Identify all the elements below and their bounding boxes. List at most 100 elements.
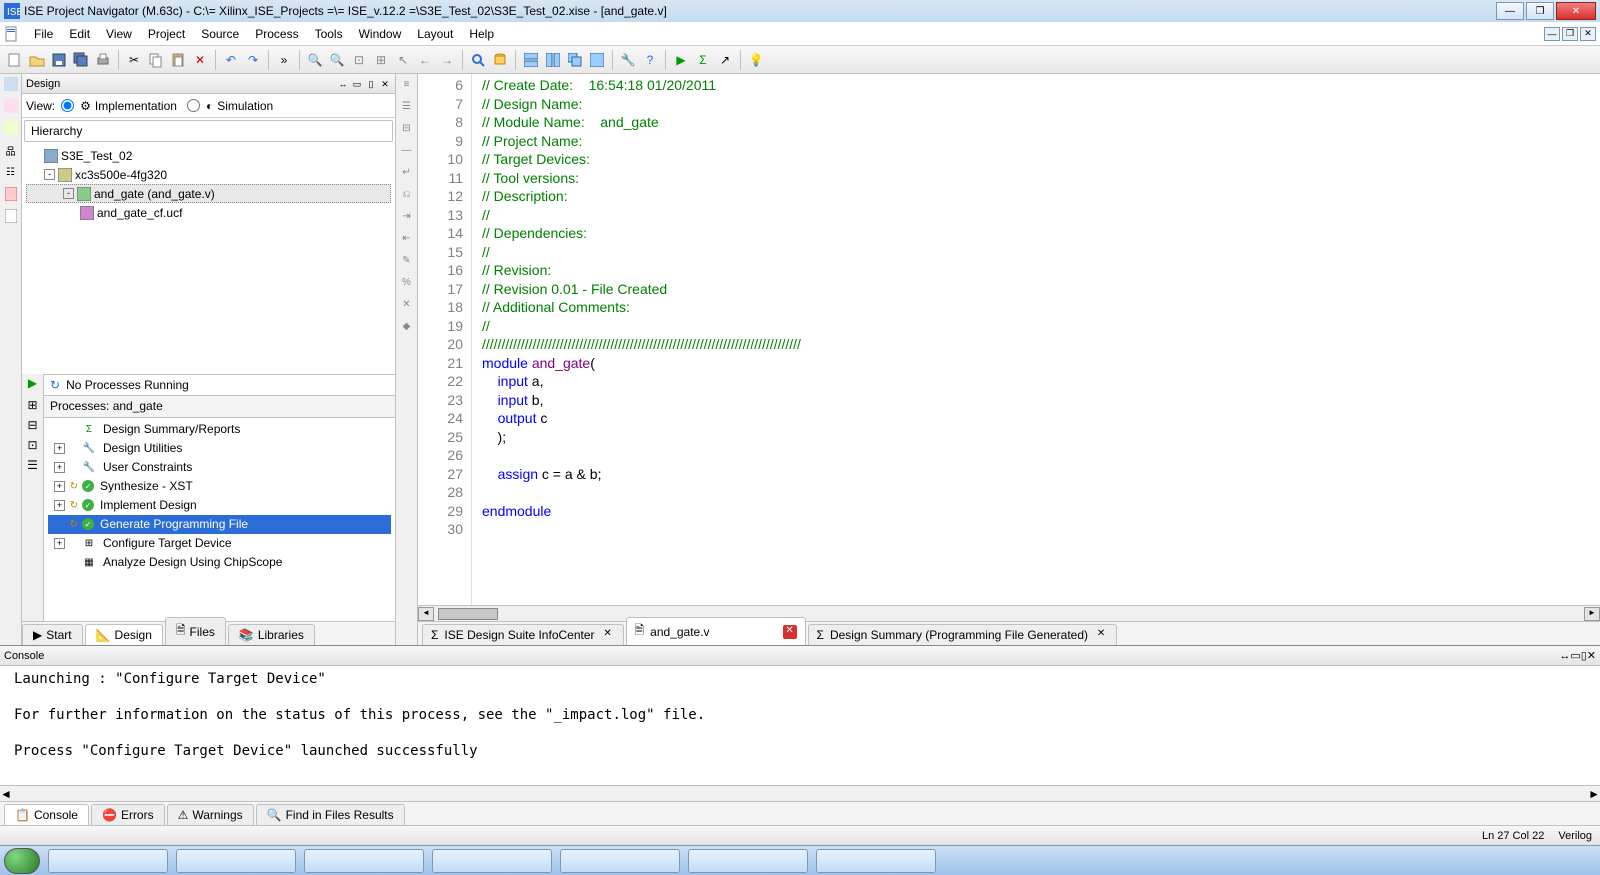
ed-icon-8[interactable]: ⇤	[399, 230, 415, 246]
taskbar-button-7[interactable]	[816, 849, 936, 873]
code-editor[interactable]: 6 7 8 9 10 11 12 13 14 15 16 17 18 19 20…	[418, 74, 1600, 605]
console-tab-console[interactable]: 📋Console	[4, 804, 89, 825]
process-item[interactable]: +⊞Configure Target Device	[48, 534, 391, 553]
zoom-in-button[interactable]: 🔍	[305, 50, 325, 70]
block-icon[interactable]: ☷	[3, 164, 19, 180]
ed-icon-2[interactable]: ☰	[399, 98, 415, 114]
console-close-icon[interactable]: ✕	[1587, 649, 1596, 662]
panel-pin-icon[interactable]: ▯	[365, 78, 377, 90]
panel-float-icon[interactable]: ▭	[351, 78, 363, 90]
run-process-icon[interactable]: ▶	[28, 376, 37, 390]
hierarchy-tree[interactable]: S3E_Test_02-xc3s500e-4fg320-and_gate (an…	[22, 144, 395, 374]
console-float-icon[interactable]: ▭	[1570, 649, 1580, 662]
ed-icon-9[interactable]: ✎	[399, 252, 415, 268]
console-move-icon[interactable]: ↔	[1559, 650, 1570, 662]
process-item[interactable]: ΣDesign Summary/Reports	[48, 420, 391, 439]
design-tab-libraries[interactable]: 📚Libraries	[228, 624, 315, 645]
ed-icon-1[interactable]: ≡	[399, 76, 415, 92]
forward-button[interactable]: →	[437, 50, 457, 70]
zoom-area-button[interactable]: ⊞	[371, 50, 391, 70]
launch-button[interactable]: ↗	[715, 50, 735, 70]
ed-icon-12[interactable]: ◆	[399, 318, 415, 334]
window-single-button[interactable]	[587, 50, 607, 70]
editor-horizontal-scrollbar[interactable]: ◄►	[418, 605, 1600, 621]
process-item[interactable]: +↻✓Synthesize - XST	[48, 477, 391, 496]
ed-icon-6[interactable]: ⎌	[399, 186, 415, 202]
view-simulation-radio[interactable]	[187, 99, 200, 112]
mem-icon[interactable]	[3, 186, 19, 202]
save-button[interactable]	[49, 50, 69, 70]
code-content[interactable]: // Create Date: 16:54:18 01/20/2011 // D…	[472, 74, 1600, 605]
save-all-button[interactable]	[71, 50, 91, 70]
open-button[interactable]	[27, 50, 47, 70]
ed-icon-5[interactable]: ↵	[399, 164, 415, 180]
undo-button[interactable]: ↶	[221, 50, 241, 70]
paste-button[interactable]	[168, 50, 188, 70]
design-tab-design[interactable]: 📐Design	[85, 624, 163, 645]
menu-file[interactable]: File	[26, 25, 61, 43]
menu-layout[interactable]: Layout	[409, 25, 461, 43]
ed-icon-11[interactable]: ✕	[399, 296, 415, 312]
hierarchy-item[interactable]: and_gate_cf.ucf	[26, 203, 391, 222]
proc-icon-4[interactable]: ☰	[27, 458, 38, 472]
menu-process[interactable]: Process	[247, 25, 306, 43]
tab-close-icon[interactable]: ✕	[783, 625, 797, 639]
ip-icon[interactable]	[3, 120, 19, 136]
console-horizontal-scrollbar[interactable]: ◄►	[0, 785, 1600, 801]
tips-button[interactable]: 💡	[746, 50, 766, 70]
taskbar-button-3[interactable]	[304, 849, 424, 873]
delete-button[interactable]: ✕	[190, 50, 210, 70]
menu-source[interactable]: Source	[193, 25, 247, 43]
editor-tab[interactable]: 🗎and_gate.v✕	[626, 617, 806, 645]
print-button[interactable]	[93, 50, 113, 70]
design-tab-start[interactable]: ▶Start	[22, 624, 83, 645]
hierarchy-item[interactable]: -xc3s500e-4fg320	[26, 165, 391, 184]
copy-button[interactable]	[146, 50, 166, 70]
console-tab-errors[interactable]: ⛔Errors	[91, 804, 165, 825]
window-minimize-button[interactable]: —	[1496, 2, 1524, 20]
menu-edit[interactable]: Edit	[61, 25, 98, 43]
window-close-button[interactable]: ✕	[1556, 2, 1596, 20]
design-tab-files[interactable]: 🗎Files	[165, 617, 226, 645]
tab-close-icon[interactable]: ✕	[601, 628, 615, 642]
mdi-restore-button[interactable]: ❐	[1562, 27, 1578, 41]
menu-tools[interactable]: Tools	[307, 25, 351, 43]
pointer-button[interactable]: ↖	[393, 50, 413, 70]
zoom-fit-button[interactable]: ⊡	[349, 50, 369, 70]
more-button[interactable]: »	[274, 50, 294, 70]
hierarchy-item[interactable]: -and_gate (and_gate.v)	[26, 184, 391, 203]
start-orb[interactable]	[4, 848, 40, 874]
process-item[interactable]: +🔧Design Utilities	[48, 439, 391, 458]
window-maximize-button[interactable]: ❐	[1526, 2, 1554, 20]
run-all-button[interactable]: Σ	[693, 50, 713, 70]
console-tab-find-in-files-results[interactable]: 🔍Find in Files Results	[256, 804, 405, 825]
window-tile-h-button[interactable]	[521, 50, 541, 70]
ed-icon-10[interactable]: %	[399, 274, 415, 290]
menu-window[interactable]: Window	[351, 25, 410, 43]
proc-icon-2[interactable]: ⊟	[27, 418, 37, 432]
window-cascade-button[interactable]	[565, 50, 585, 70]
doc-icon[interactable]	[3, 208, 19, 224]
run-button[interactable]: ▶	[671, 50, 691, 70]
back-button[interactable]: ←	[415, 50, 435, 70]
redo-button[interactable]: ↷	[243, 50, 263, 70]
hdl-icon[interactable]	[3, 98, 19, 114]
editor-tab[interactable]: ΣDesign Summary (Programming File Genera…	[808, 624, 1118, 645]
new-button[interactable]	[5, 50, 25, 70]
menu-project[interactable]: Project	[140, 25, 193, 43]
hierarchy-item[interactable]: S3E_Test_02	[26, 146, 391, 165]
processes-tree[interactable]: ΣDesign Summary/Reports+🔧Design Utilitie…	[44, 418, 395, 622]
taskbar-button-5[interactable]	[560, 849, 680, 873]
ed-icon-3[interactable]: ⊟	[399, 120, 415, 136]
proc-icon-1[interactable]: ⊞	[27, 398, 37, 412]
source-icon[interactable]	[3, 76, 19, 92]
taskbar-button-2[interactable]	[176, 849, 296, 873]
process-item[interactable]: ▦Analyze Design Using ChipScope	[48, 553, 391, 572]
cut-button[interactable]: ✂	[124, 50, 144, 70]
mdi-close-button[interactable]: ✕	[1580, 27, 1596, 41]
window-tile-v-button[interactable]	[543, 50, 563, 70]
mdi-minimize-button[interactable]: —	[1544, 27, 1560, 41]
process-item[interactable]: +🔧User Constraints	[48, 458, 391, 477]
panel-move-icon[interactable]: ↔	[337, 78, 349, 90]
settings-button[interactable]: 🔧	[618, 50, 638, 70]
